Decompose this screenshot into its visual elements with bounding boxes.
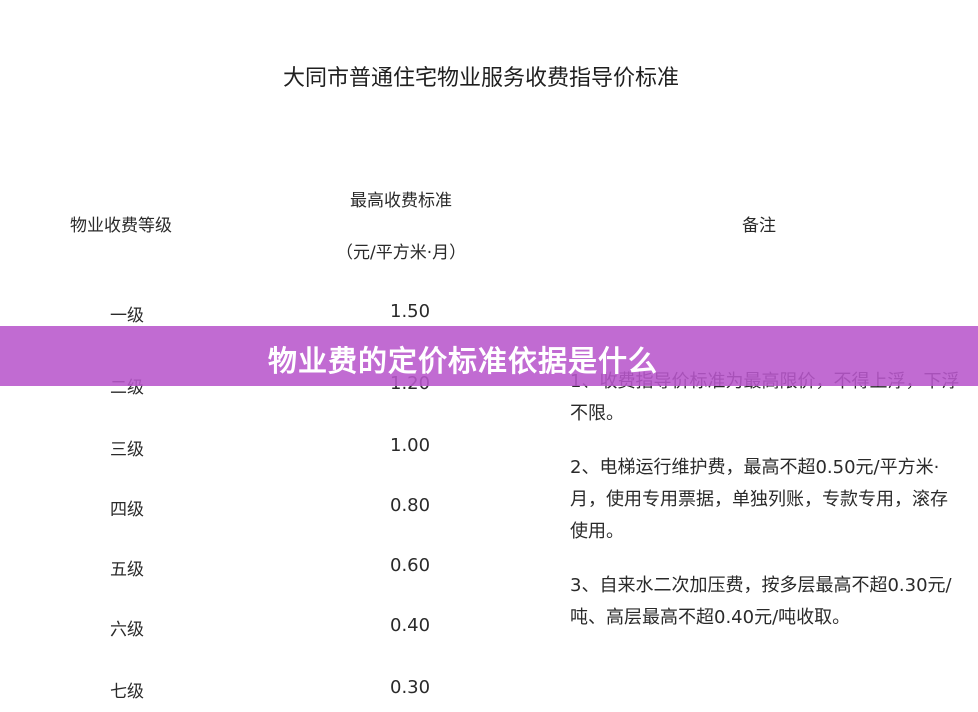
row-level: 六级: [110, 620, 144, 640]
banner-title: 物业费的定价标准依据是什么: [268, 344, 659, 378]
row-price: 0.80: [390, 495, 431, 516]
table-row: 五级 0.60: [0, 555, 540, 585]
table-row: 七级 0.30: [0, 677, 540, 707]
row-level: 七级: [110, 682, 144, 702]
header-level: 物业收费等级: [70, 216, 172, 236]
row-price: 1.00: [390, 435, 431, 456]
title-banner: 物业费的定价标准依据是什么: [0, 326, 978, 386]
table-row: 六级 0.40: [0, 615, 540, 645]
row-price: 1.50: [390, 301, 431, 322]
row-price: 0.60: [390, 555, 431, 576]
row-level: 五级: [110, 560, 144, 580]
header-price-title: 最高收费标准: [350, 191, 452, 211]
table-row: 四级 0.80: [0, 495, 540, 525]
header-price-unit: （元/平方米·月）: [336, 243, 467, 263]
note-item: 2、电梯运行维护费，最高不超0.50元/平方米·月，使用专用票据，单独列账，专款…: [570, 457, 948, 542]
document-title: 大同市普通住宅物业服务收费指导价标准: [282, 66, 679, 91]
row-price: 0.30: [390, 677, 431, 698]
row-price: 0.40: [390, 615, 431, 636]
row-level: 一级: [110, 306, 144, 326]
table-row: 三级 1.00: [0, 435, 540, 465]
row-level: 四级: [110, 500, 144, 520]
row-level: 三级: [110, 440, 144, 460]
notes-column: 1、收费指导价标准为最高限价，不得上浮，下浮不限。 2、电梯运行维护费，最高不超…: [570, 366, 960, 656]
note-item: 3、自来水二次加压费，按多层最高不超0.30元/吨、高层最高不超0.40元/吨收…: [570, 575, 952, 628]
header-note: 备注: [742, 216, 776, 236]
